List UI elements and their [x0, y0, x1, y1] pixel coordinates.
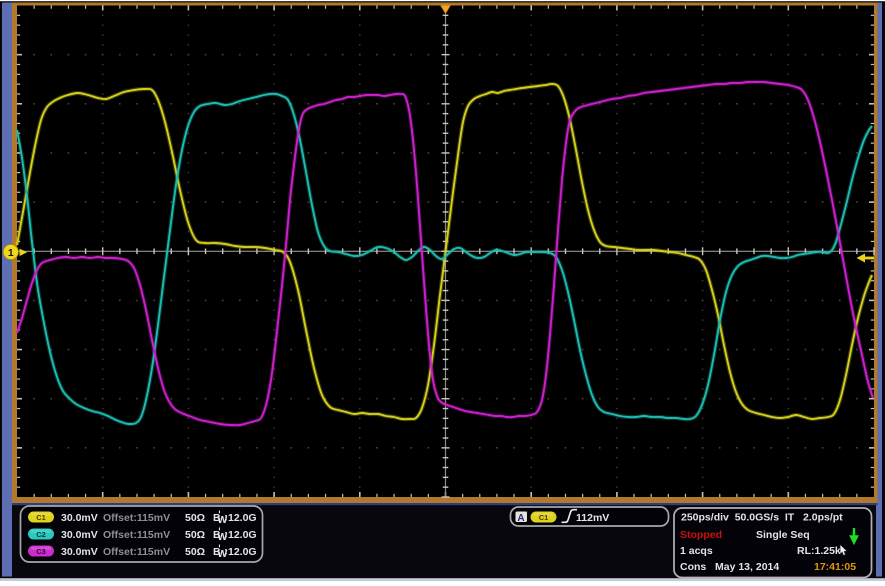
svg-text:50Ω: 50Ω: [185, 529, 205, 541]
svg-text:C3: C3: [36, 547, 46, 556]
svg-text:A: A: [517, 513, 524, 524]
svg-text:30.0mV: 30.0mV: [61, 512, 98, 524]
svg-text:C2: C2: [36, 530, 46, 539]
svg-text:Cons May 13, 2014: Cons May 13, 2014: [680, 561, 779, 573]
svg-text:17:41:05: 17:41:05: [814, 561, 856, 573]
svg-text:1: 1: [8, 247, 14, 259]
svg-text:30.0mV: 30.0mV: [61, 546, 98, 558]
svg-text:Offset:115mV: Offset:115mV: [103, 512, 170, 524]
svg-text:Offset:115mV: Offset:115mV: [103, 546, 170, 558]
svg-text:250ps/div 50.0GS/s IT 2.0p: 250ps/div 50.0GS/s IT 2.0ps/pt: [681, 512, 843, 524]
svg-text:12.0G: 12.0G: [228, 546, 257, 558]
svg-text:30.0mV: 30.0mV: [61, 529, 98, 541]
svg-text:Single Seq: Single Seq: [756, 529, 810, 541]
svg-text:112mV: 112mV: [576, 512, 609, 524]
svg-text:C1: C1: [36, 513, 46, 522]
svg-text:50Ω: 50Ω: [185, 546, 205, 558]
svg-text:RL:1.25k: RL:1.25k: [797, 545, 841, 557]
svg-text:12.0G: 12.0G: [228, 512, 257, 524]
svg-text:1 acqs: 1 acqs: [680, 545, 713, 557]
svg-text:Offset:115mV: Offset:115mV: [103, 529, 170, 541]
svg-text:12.0G: 12.0G: [228, 529, 257, 541]
svg-text:C1: C1: [539, 513, 549, 522]
svg-text:Stopped: Stopped: [680, 529, 722, 541]
svg-text:50Ω: 50Ω: [185, 512, 205, 524]
